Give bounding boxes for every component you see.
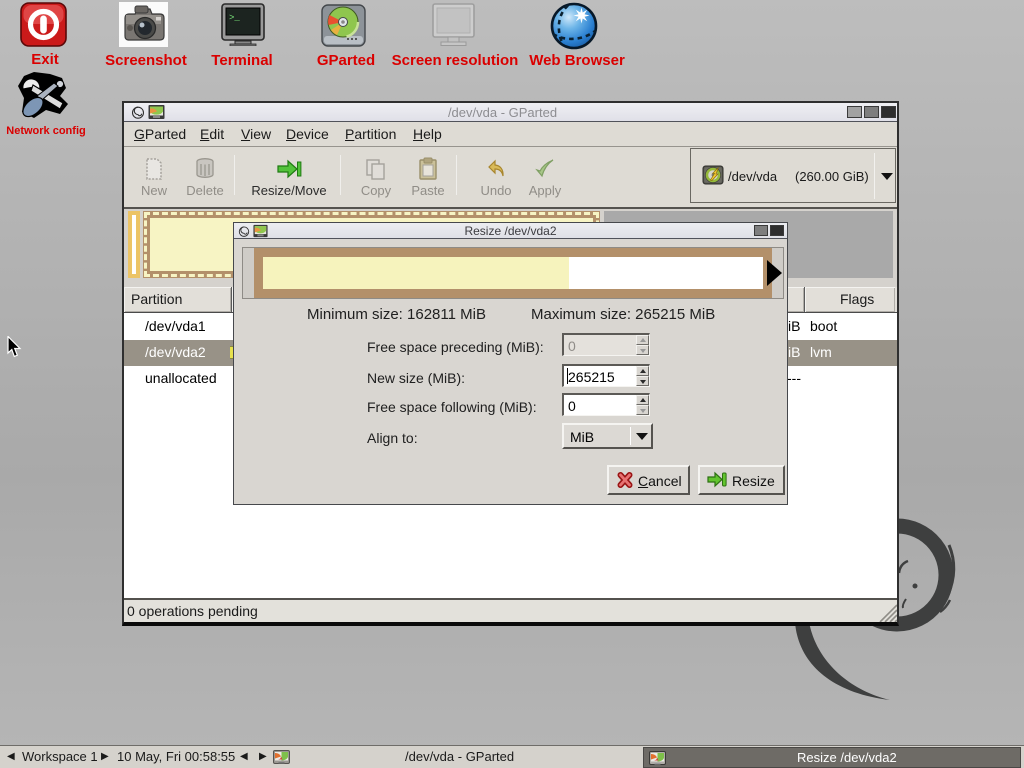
svg-text:>_: >_ — [229, 13, 240, 23]
